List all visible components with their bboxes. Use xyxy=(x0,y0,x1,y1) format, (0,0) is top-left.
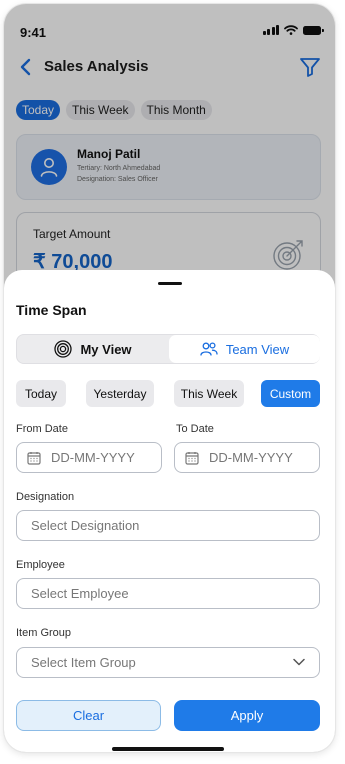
filter-bottom-sheet: Time Span My View Team View Today Yester… xyxy=(4,270,335,752)
to-date-field[interactable]: DD-MM-YYYY xyxy=(174,442,320,473)
calendar-icon xyxy=(185,451,199,465)
designation-placeholder: Select Designation xyxy=(31,518,140,533)
employee-label: Employee xyxy=(16,559,65,571)
home-indicator xyxy=(112,747,224,751)
apply-button[interactable]: Apply xyxy=(174,700,320,731)
designation-select[interactable]: Select Designation xyxy=(16,510,320,541)
designation-label: Designation xyxy=(16,491,75,503)
range-today-button[interactable]: Today xyxy=(16,380,66,407)
item-group-label: Item Group xyxy=(16,627,72,639)
clear-button[interactable]: Clear xyxy=(16,700,161,731)
sheet-title: Time Span xyxy=(16,302,87,318)
phone-frame: 9:41 Sales Analysis Today This Week This… xyxy=(4,4,335,752)
radar-icon xyxy=(54,340,73,358)
to-date-placeholder: DD-MM-YYYY xyxy=(209,450,293,465)
employee-placeholder: Select Employee xyxy=(31,586,129,601)
team-view-label: Team View xyxy=(225,341,290,357)
sheet-handle[interactable] xyxy=(158,282,182,285)
range-yesterday-button[interactable]: Yesterday xyxy=(86,380,154,407)
chevron-down-icon[interactable] xyxy=(293,658,305,666)
range-this-week-button[interactable]: This Week xyxy=(174,380,244,407)
item-group-placeholder: Select Item Group xyxy=(31,655,136,670)
calendar-icon xyxy=(27,451,41,465)
from-date-label: From Date xyxy=(16,423,68,435)
item-group-select[interactable]: Select Item Group xyxy=(16,647,320,678)
employee-select[interactable]: Select Employee xyxy=(16,578,320,609)
my-view-label: My View xyxy=(80,341,132,357)
view-toggle: My View Team View xyxy=(16,334,320,364)
range-custom-button[interactable]: Custom xyxy=(261,380,320,407)
quick-range-pills: Today Yesterday This Week Custom xyxy=(16,380,320,408)
from-date-placeholder: DD-MM-YYYY xyxy=(51,450,135,465)
team-view-tab[interactable]: Team View xyxy=(169,335,320,363)
to-date-label: To Date xyxy=(176,423,214,435)
team-icon xyxy=(200,342,218,356)
from-date-field[interactable]: DD-MM-YYYY xyxy=(16,442,162,473)
my-view-tab[interactable]: My View xyxy=(17,335,169,363)
